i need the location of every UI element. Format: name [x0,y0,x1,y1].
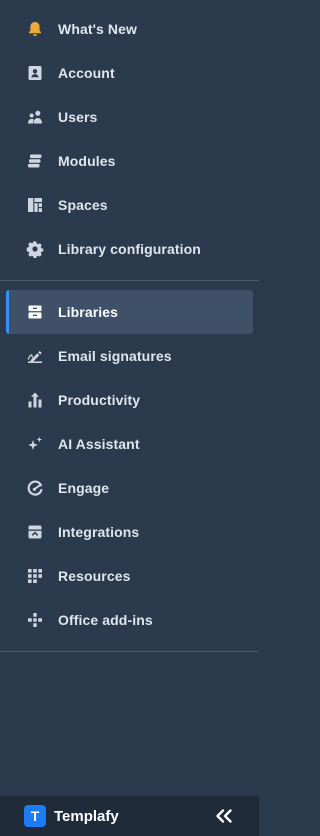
brand-name: Templafy [54,807,119,825]
gear-icon [26,240,44,258]
id-card-icon [26,64,44,82]
sidebar-item-account[interactable]: Account [0,51,259,95]
sidebar-item-label: AI Assistant [58,436,140,452]
productivity-icon [26,391,44,409]
sidebar-item-engage[interactable]: Engage [0,466,259,510]
sidebar-item-label: Account [58,65,115,81]
nav-group-admin: What's New Account Users Modules Spaces [0,7,259,271]
sidebar-item-label: Users [58,109,98,125]
sidebar-item-resources[interactable]: Resources [0,554,259,598]
sidebar-item-spaces[interactable]: Spaces [0,183,259,227]
sidebar-item-label: Productivity [58,392,141,408]
spaces-icon [26,196,44,214]
sidebar-item-label: Office add-ins [58,612,153,628]
sidebar-item-label: Spaces [58,197,108,213]
sidebar-item-label: What's New [58,21,138,37]
users-icon [26,108,44,126]
sidebar-item-label: Libraries [58,304,119,320]
collapse-sidebar-button[interactable] [213,805,235,827]
sidebar-item-office-add-ins[interactable]: Office add-ins [0,598,259,642]
sidebar-item-label: Resources [58,568,131,584]
sparkles-icon [26,435,44,453]
sidebar-item-label: Email signatures [58,348,172,364]
double-chevron-left-icon [216,809,232,823]
divider [0,651,259,652]
nav-group-main: Libraries Email signatures Productivity … [0,290,259,642]
sidebar-item-email-signatures[interactable]: Email signatures [0,334,259,378]
sidebar-item-label: Library configuration [58,241,201,257]
sidebar-item-ai-assistant[interactable]: AI Assistant [0,422,259,466]
resources-icon [26,567,44,585]
modules-icon [26,152,44,170]
sidebar-item-productivity[interactable]: Productivity [0,378,259,422]
sidebar-footer: T Templafy [0,796,259,836]
bell-icon [26,20,44,38]
sidebar-item-modules[interactable]: Modules [0,139,259,183]
archive-icon [26,303,44,321]
integrations-icon [26,523,44,541]
sidebar-item-integrations[interactable]: Integrations [0,510,259,554]
engage-icon [26,479,44,497]
sidebar-item-whats-new[interactable]: What's New [0,7,259,51]
sidebar: What's New Account Users Modules Spaces [0,0,259,836]
divider [0,280,259,281]
sidebar-item-libraries[interactable]: Libraries [6,290,253,334]
brand[interactable]: T Templafy [24,805,119,827]
sidebar-item-label: Modules [58,153,116,169]
sidebar-item-label: Integrations [58,524,140,540]
puzzle-icon [26,611,44,629]
sidebar-item-label: Engage [58,480,110,496]
sidebar-item-users[interactable]: Users [0,95,259,139]
signature-icon [26,347,44,365]
sidebar-item-library-configuration[interactable]: Library configuration [0,227,259,271]
templafy-logo: T [24,805,46,827]
